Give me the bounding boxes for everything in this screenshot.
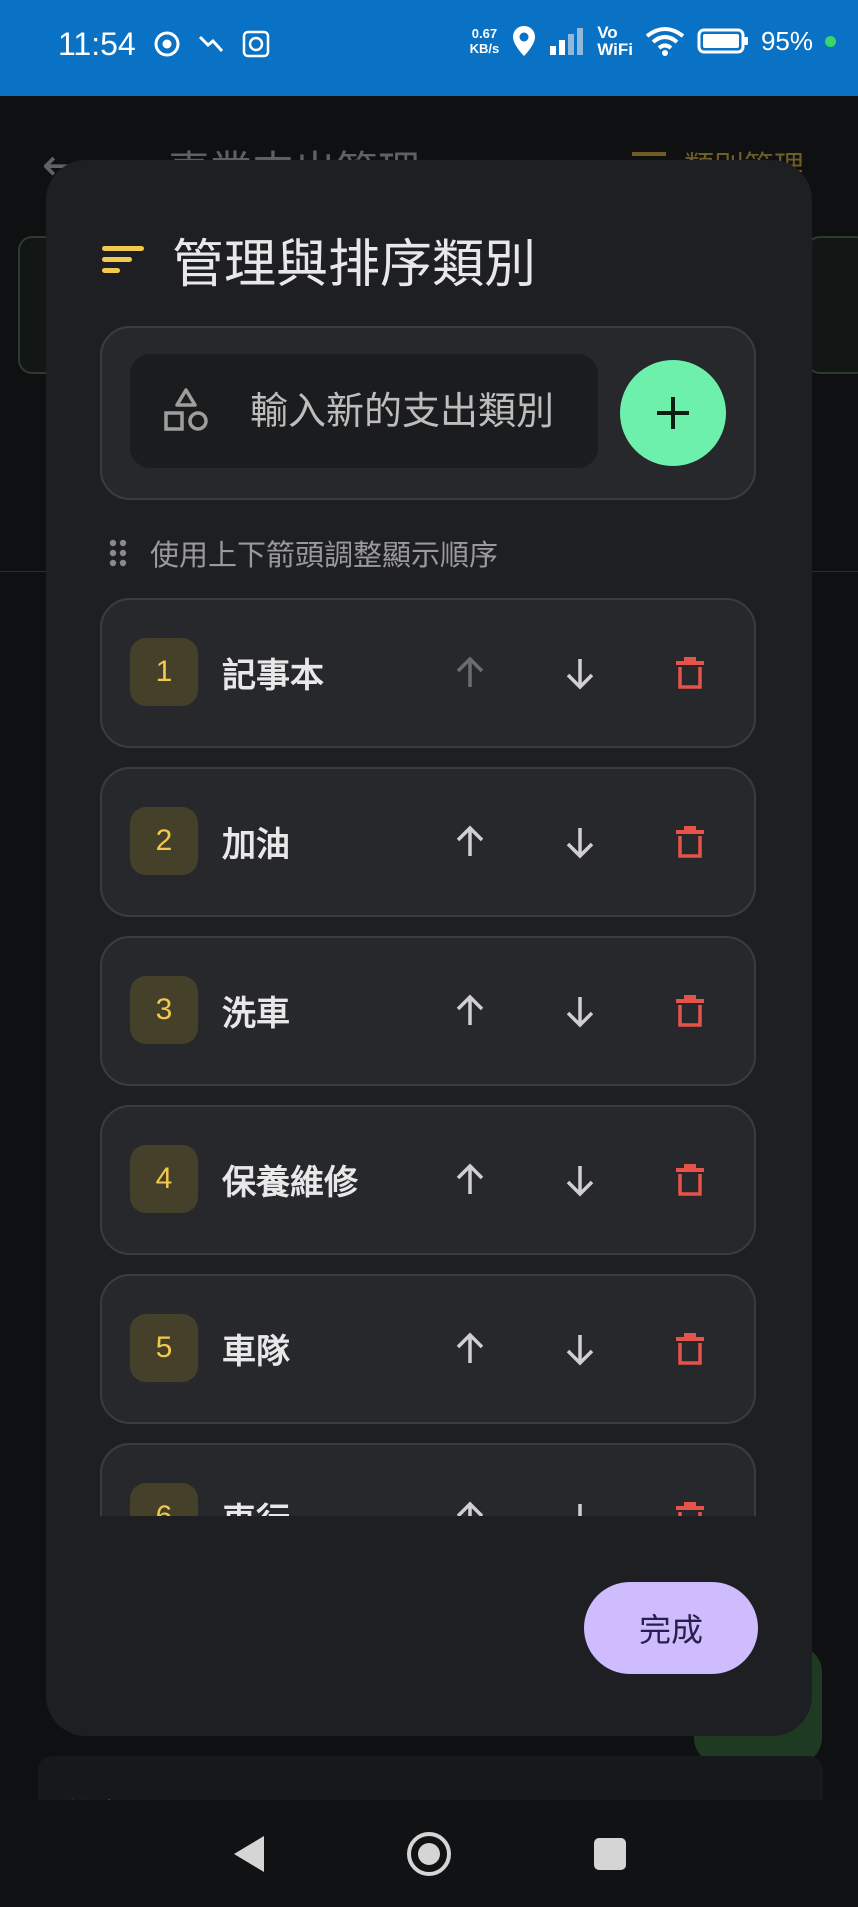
home-circle-icon xyxy=(407,1832,451,1876)
background-card-right xyxy=(806,236,858,374)
move-down-button[interactable] xyxy=(550,812,610,872)
add-category-button[interactable] xyxy=(620,360,726,466)
delete-button[interactable] xyxy=(660,1488,720,1516)
status-time: 11:54 xyxy=(58,26,136,62)
background-bottom-card xyxy=(38,1756,823,1806)
privacy-dot xyxy=(825,35,836,47)
arrow-up-icon xyxy=(456,994,484,1025)
recents-square-icon xyxy=(594,1838,626,1870)
manage-categories-dialog: 管理與排序類別 使用上下箭頭調整顯示順序 1 記事本 xyxy=(46,160,812,1736)
nav-home-button[interactable] xyxy=(401,1826,457,1882)
battery-icon xyxy=(697,28,748,54)
category-index-badge: 5 xyxy=(130,1314,198,1382)
category-label: 洗車 xyxy=(222,994,290,1034)
category-label: 保養維修 xyxy=(222,1163,358,1203)
new-category-input[interactable] xyxy=(248,388,592,434)
delete-button[interactable] xyxy=(660,1150,720,1210)
category-list[interactable]: 1 記事本 2 加油 3 洗車 4 保養維修 5 車隊 xyxy=(100,598,756,1516)
arrow-down-icon xyxy=(566,997,594,1028)
vowifi-wifi: WiFi xyxy=(597,40,633,59)
vowifi-vo: Vo xyxy=(597,23,618,42)
chrome-icon xyxy=(154,31,180,57)
delete-button[interactable] xyxy=(660,981,720,1041)
app-notification-icon xyxy=(242,30,270,58)
delete-button[interactable] xyxy=(660,812,720,872)
reorder-hint-text: 使用上下箭頭調整顯示順序 xyxy=(150,538,499,572)
battery-percent: 95% xyxy=(760,25,813,56)
category-row: 5 車隊 xyxy=(100,1274,756,1424)
arrow-down-icon xyxy=(578,1504,582,1516)
drag-handle-icon xyxy=(109,539,127,567)
category-row: 3 洗車 xyxy=(100,936,756,1086)
category-label: 車隊 xyxy=(222,1332,290,1372)
move-down-button[interactable] xyxy=(550,1319,610,1379)
add-category-row xyxy=(100,326,756,500)
delete-button[interactable] xyxy=(660,643,720,703)
delete-button[interactable] xyxy=(660,1319,720,1379)
category-index-badge: 3 xyxy=(130,976,198,1044)
trash-icon xyxy=(676,1502,704,1516)
status-right: 0.67 KB/s Vo WiFi 95% xyxy=(470,24,836,58)
plus-icon xyxy=(657,397,689,429)
arrow-up-icon xyxy=(456,1163,484,1194)
move-up-button[interactable] xyxy=(440,1150,500,1210)
signal-icon xyxy=(550,28,584,55)
move-down-button[interactable] xyxy=(550,1488,610,1516)
new-category-field[interactable] xyxy=(130,354,598,468)
trash-icon xyxy=(676,995,704,1027)
net-speed-value: 0.67 xyxy=(471,26,498,41)
category-index-badge: 4 xyxy=(130,1145,198,1213)
navigation-bar xyxy=(0,1800,858,1907)
arrow-down-icon xyxy=(566,1166,594,1197)
status-notification-icons xyxy=(154,30,270,58)
move-up-button[interactable] xyxy=(440,643,500,703)
arrow-up-icon xyxy=(456,656,484,687)
arrow-up-icon xyxy=(456,1501,484,1516)
nav-back-button[interactable] xyxy=(220,1826,276,1882)
sort-icon xyxy=(102,245,144,273)
net-speed-unit: KB/s xyxy=(469,41,500,56)
arrow-down-icon xyxy=(566,659,594,690)
move-up-button[interactable] xyxy=(440,1488,500,1516)
net-speed: 0.67 KB/s xyxy=(470,26,500,56)
trash-icon xyxy=(676,1333,704,1365)
trash-icon xyxy=(676,1164,704,1196)
category-row: 4 保養維修 xyxy=(100,1105,756,1255)
category-label: 加油 xyxy=(222,825,290,865)
category-row: 6 車行 xyxy=(100,1443,756,1516)
vowifi-label: Vo WiFi xyxy=(597,24,633,58)
arrow-up-icon xyxy=(456,825,484,856)
dialog-header: 管理與排序類別 xyxy=(102,222,536,297)
category-index-badge: 6 xyxy=(130,1483,198,1516)
move-down-button[interactable] xyxy=(550,1150,610,1210)
reorder-hint: 使用上下箭頭調整顯示順序 xyxy=(108,532,498,574)
move-up-button[interactable] xyxy=(440,1319,500,1379)
shapes-icon xyxy=(164,388,208,431)
arrow-up-icon xyxy=(456,1332,484,1363)
category-index-badge: 2 xyxy=(130,807,198,875)
move-down-button[interactable] xyxy=(550,981,610,1041)
category-row: 2 加油 xyxy=(100,767,756,917)
move-up-button[interactable] xyxy=(440,812,500,872)
status-bar: 11:54 0.67 KB/s Vo WiFi 95% xyxy=(0,0,858,96)
nav-recents-button[interactable] xyxy=(582,1826,638,1882)
trend-icon xyxy=(198,35,224,53)
wifi-icon xyxy=(645,27,685,56)
back-triangle-icon xyxy=(234,1836,264,1872)
trash-icon xyxy=(676,657,704,689)
category-row: 1 記事本 xyxy=(100,598,756,748)
category-label: 記事本 xyxy=(222,656,324,696)
arrow-down-icon xyxy=(566,828,594,859)
done-button[interactable]: 完成 xyxy=(584,1582,758,1674)
arrow-down-icon xyxy=(566,1335,594,1366)
move-up-button[interactable] xyxy=(440,981,500,1041)
category-index-badge: 1 xyxy=(130,638,198,706)
category-label: 車行 xyxy=(222,1493,290,1516)
move-down-button[interactable] xyxy=(550,643,610,703)
location-icon xyxy=(513,26,536,56)
trash-icon xyxy=(676,826,704,858)
dialog-title: 管理與排序類別 xyxy=(172,235,537,295)
